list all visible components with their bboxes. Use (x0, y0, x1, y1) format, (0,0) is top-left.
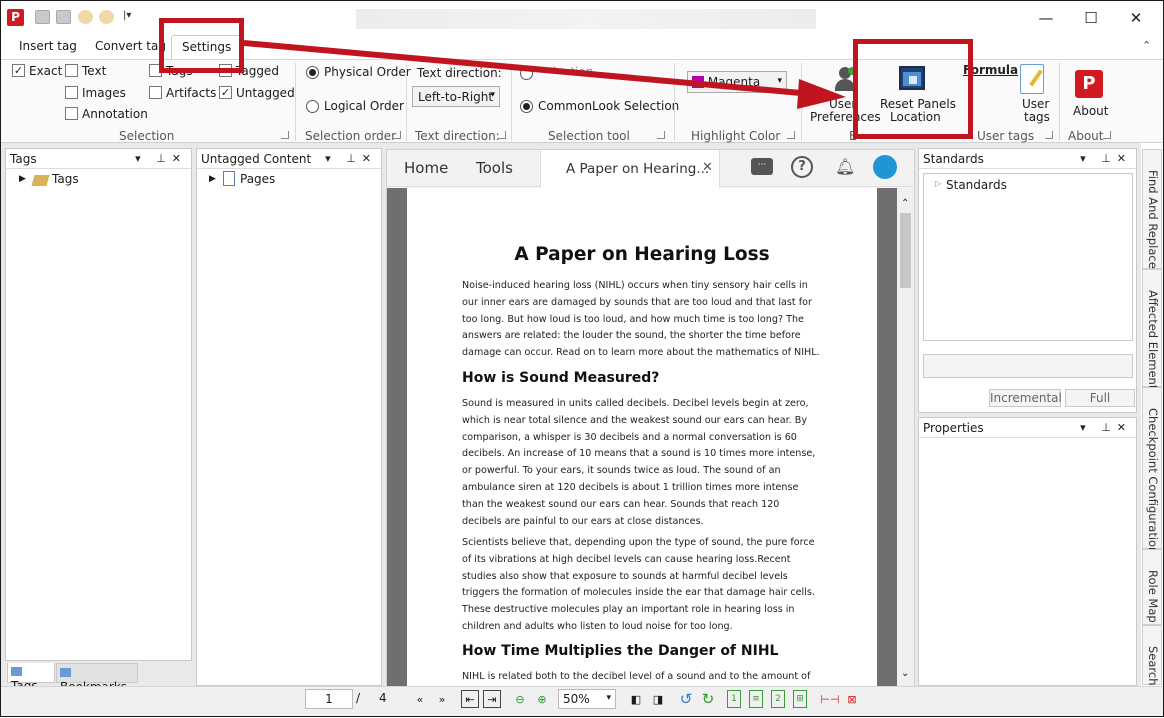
annotation-arrow (243, 40, 846, 109)
app-window: P |▾ — ☐ ✕ Insert tag Convert tag Settin… (0, 0, 1164, 717)
